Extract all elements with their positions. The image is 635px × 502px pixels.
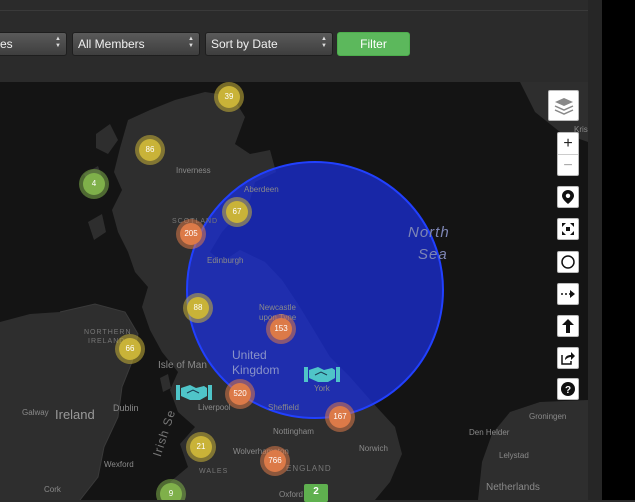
cluster-86[interactable]: 86 [139,139,161,161]
label-dublin: Dublin [113,403,139,413]
filter-bar: es ▲ ▼ All Members ▲ ▼ Sort by Date ▲ ▼ Fil… [0,0,588,82]
window-edge [602,0,635,500]
scrollbar-track[interactable] [588,0,602,500]
cluster-39[interactable]: 39 [218,86,240,108]
map-canvas[interactable]: North Sea Inverness Aberdeen SCOTLAND Ed… [0,82,588,500]
cluster-520[interactable]: 520 [229,383,251,405]
members-select-value: All Members [78,37,145,51]
sort-select-value: Sort by Date [211,37,278,51]
label-wexford: Wexford [104,460,134,469]
label-north-sea-2: Sea [418,246,448,263]
filter-button[interactable]: Filter [337,32,410,56]
upload-icon[interactable] [557,315,579,337]
label-lelystad: Lelystad [499,451,529,460]
label-cork: Cork [44,485,61,494]
zoom-in-button[interactable]: + [558,133,578,154]
select-arrows-icon: ▲ ▼ [321,36,327,49]
members-select[interactable]: All Members ▲ ▼ [72,32,200,56]
cluster-4[interactable]: 4 [83,173,105,195]
cluster-67[interactable]: 67 [226,201,248,223]
label-nottingham: Nottingham [273,427,314,436]
label-united-kingdom: United Kingdom [232,348,280,377]
select-arrows-icon: ▲ ▼ [188,36,194,49]
label-netherlands: Netherlands [486,482,540,493]
cluster-766[interactable]: 766 [264,450,286,472]
layers-icon[interactable] [548,90,579,121]
select-arrows-icon: ▲ ▼ [55,36,61,49]
map-land [0,82,588,500]
category-select[interactable]: es ▲ ▼ [0,32,67,56]
dashed-arrow-icon[interactable] [557,283,579,305]
help-icon[interactable]: ? [557,378,579,400]
label-aberdeen: Aberdeen [244,185,279,194]
label-norwich: Norwich [359,444,388,453]
label-newcastle: Newcastle [259,303,296,312]
svg-text:?: ? [565,385,571,396]
cluster-205[interactable]: 205 [180,223,202,245]
marker-icon[interactable] [557,186,579,208]
label-edinburgh: Edinburgh [207,256,244,265]
label-ireland: Ireland [55,407,95,422]
cluster-66[interactable]: 66 [119,338,141,360]
label-england: ENGLAND [286,464,332,473]
cluster-167[interactable]: 167 [329,406,351,428]
cluster-9[interactable]: 9 [160,483,182,500]
label-wales: WALES [199,468,229,475]
label-north-sea: North [408,224,450,241]
label-york: York [314,384,330,393]
label-den-helder: Den Helder [469,428,510,437]
group-pin-badge[interactable]: 2 [304,484,328,502]
fullscreen-icon[interactable] [557,218,579,240]
category-select-value: es [0,37,13,51]
label-liverpool: Liverpool [198,403,231,412]
divider [0,10,588,11]
label-inverness: Inverness [176,166,211,175]
cluster-88[interactable]: 88 [187,297,209,319]
circle-icon[interactable] [557,251,579,273]
label-oxford: Oxford [279,490,304,499]
label-isle-of-man: Isle of Man [158,360,207,371]
label-northern-ireland: NORTHERN [84,329,132,336]
label-galway: Galway [22,408,49,417]
zoom-control: + − [557,132,579,176]
share-icon[interactable] [557,347,579,369]
cluster-21[interactable]: 21 [190,436,212,458]
zoom-out-button[interactable]: − [558,154,578,176]
sort-select[interactable]: Sort by Date ▲ ▼ [205,32,333,56]
handshake-marker-icon[interactable] [176,382,212,402]
label-groningen: Groningen [529,412,567,421]
label-sheffield: Sheffield [268,403,299,412]
handshake-marker-icon[interactable] [304,364,340,384]
cluster-153[interactable]: 153 [270,318,292,340]
